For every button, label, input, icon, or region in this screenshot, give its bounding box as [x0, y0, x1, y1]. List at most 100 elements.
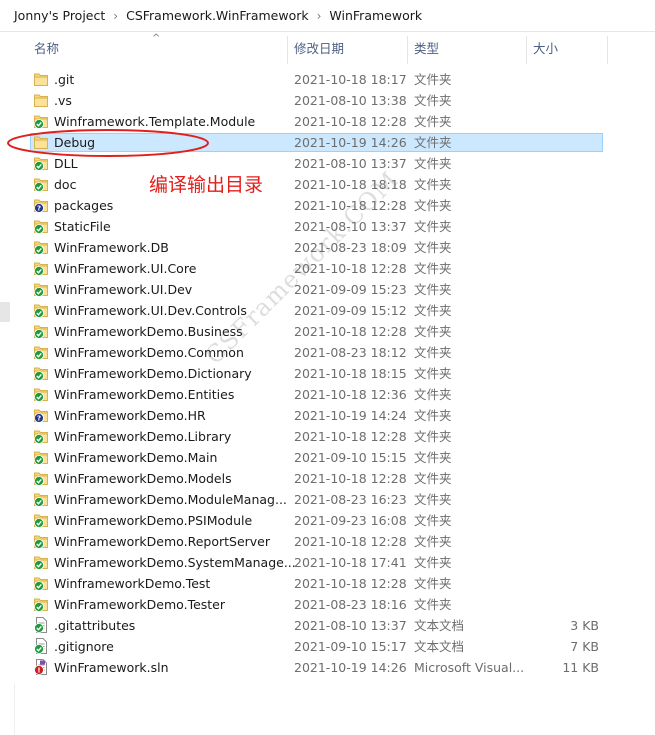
file-row[interactable]: WinFrameworkDemo.Business 2021-10-18 12:2… [0, 321, 655, 342]
file-date: 2021-09-10 15:17 [294, 639, 407, 654]
breadcrumb-item[interactable]: CSFramework.WinFramework [126, 8, 309, 23]
folder-sync-unknown-icon: ? [34, 407, 48, 423]
file-date: 2021-10-18 12:28 [294, 534, 407, 549]
breadcrumb-item[interactable]: WinFramework [329, 8, 422, 23]
file-row[interactable]: WinFrameworkDemo.SystemManage... 2021-10-… [0, 552, 655, 573]
file-name: WinFrameworkDemo.ModuleManag... [54, 492, 287, 507]
file-row[interactable]: ? packages 2021-10-18 12:28 文件夹 [0, 195, 655, 216]
file-name: WinFramework.DB [54, 240, 169, 255]
folder-sync-ok-icon [34, 386, 48, 402]
file-size: 7 KB [570, 639, 599, 654]
file-type: 文件夹 [414, 156, 452, 171]
file-date: 2021-10-18 12:28 [294, 429, 407, 444]
file-row[interactable]: ! WinFramework.sln 2021-10-19 14:26 Microso… [0, 657, 655, 678]
file-size: 3 KB [570, 618, 599, 633]
file-row[interactable]: WinFrameworkDemo.Tester 2021-08-23 18:16 文… [0, 594, 655, 615]
file-type: 文件夹 [414, 597, 452, 612]
folder-icon [34, 71, 48, 87]
file-name: WinFrameworkDemo.PSIModule [54, 513, 253, 528]
annotation-ellipse [7, 129, 209, 157]
file-name: WinFramework.UI.Dev.Controls [54, 303, 247, 318]
folder-sync-ok-icon [34, 323, 48, 339]
file-name: WinframeworkDemo.Test [54, 576, 211, 591]
file-name: doc [54, 177, 77, 192]
file-date: 2021-10-18 17:41 [294, 555, 407, 570]
folder-sync-ok-icon [34, 260, 48, 276]
file-row[interactable]: WinFrameworkDemo.Main 2021-09-10 15:15 文件夹 [0, 447, 655, 468]
file-date: 2021-09-09 15:12 [294, 303, 407, 318]
file-name: WinFrameworkDemo.Tester [54, 597, 226, 612]
file-row[interactable]: .vs 2021-08-10 13:38 文件夹 [0, 90, 655, 111]
file-type: 文件夹 [414, 198, 452, 213]
file-date: 2021-08-10 13:38 [294, 93, 407, 108]
file-row[interactable]: WinFrameworkDemo.ReportServer 2021-10-18 … [0, 531, 655, 552]
svg-text:?: ? [37, 415, 41, 423]
file-row[interactable]: WinFrameworkDemo.Dictionary 2021-10-18 18… [0, 363, 655, 384]
file-row[interactable]: .git 2021-10-18 18:17 文件夹 [0, 69, 655, 90]
file-name: .gitattributes [54, 618, 136, 633]
file-row[interactable]: ? WinFrameworkDemo.HR 2021-10-19 14:24 文件夹 [0, 405, 655, 426]
file-date: 2021-10-19 14:26 [294, 660, 407, 675]
file-row[interactable]: WinFrameworkDemo.Common 2021-08-23 18:12 文… [0, 342, 655, 363]
file-date: 2021-10-19 14:24 [294, 408, 407, 423]
column-divider[interactable] [607, 36, 608, 64]
file-row[interactable]: WinFrameworkDemo.Models 2021-10-18 12:28 文… [0, 468, 655, 489]
column-header-type[interactable]: 类型 [408, 32, 526, 64]
file-date: 2021-08-23 18:16 [294, 597, 407, 612]
breadcrumb-item[interactable]: Jonny's Project [14, 8, 105, 23]
file-type: 文件夹 [414, 177, 452, 192]
file-type: 文件夹 [414, 219, 452, 234]
folder-sync-ok-icon [34, 512, 48, 528]
folder-sync-ok-icon [34, 302, 48, 318]
folder-sync-ok-icon [34, 239, 48, 255]
file-name: StaticFile [54, 219, 111, 234]
file-date: 2021-10-18 12:28 [294, 324, 407, 339]
file-row[interactable]: WinFramework.UI.Dev 2021-09-09 15:23 文件夹 [0, 279, 655, 300]
file-type: 文件夹 [414, 576, 452, 591]
file-type: 文件夹 [414, 387, 452, 402]
file-row[interactable]: WinFrameworkDemo.ModuleManag... 2021-08-2… [0, 489, 655, 510]
file-date: 2021-08-10 13:37 [294, 618, 407, 633]
file-type: 文本文档 [414, 639, 465, 654]
file-row[interactable]: WinframeworkDemo.Test 2021-10-18 12:28 文件夹 [0, 573, 655, 594]
file-type: 文件夹 [414, 450, 452, 465]
file-type: 文件夹 [414, 534, 452, 549]
file-type: 文件夹 [414, 429, 452, 444]
file-row[interactable]: .gitattributes 2021-08-10 13:37 文本文档 3 KB [0, 615, 655, 636]
folder-sync-ok-icon [34, 344, 48, 360]
file-type: 文件夹 [414, 72, 452, 87]
file-date: 2021-10-18 12:28 [294, 114, 407, 129]
file-date: 2021-10-18 12:36 [294, 387, 407, 402]
sort-ascending-icon: ^ [152, 33, 161, 44]
file-name: WinFrameworkDemo.Main [54, 450, 218, 465]
file-name: WinFrameworkDemo.HR [54, 408, 206, 423]
folder-sync-unknown-icon: ? [34, 197, 48, 213]
file-date: 2021-10-18 12:28 [294, 471, 407, 486]
file-row[interactable]: WinFrameworkDemo.Entities 2021-10-18 12:3… [0, 384, 655, 405]
file-name: .git [54, 72, 75, 87]
file-type: 文件夹 [414, 324, 452, 339]
file-row[interactable]: WinFrameworkDemo.PSIModule 2021-09-23 16:… [0, 510, 655, 531]
file-type: 文件夹 [414, 240, 452, 255]
scroll-indicator[interactable] [0, 302, 10, 322]
folder-sync-ok-icon [34, 218, 48, 234]
file-row[interactable]: WinFramework.UI.Dev.Controls 2021-09-09 1… [0, 300, 655, 321]
file-row[interactable]: WinFrameworkDemo.Library 2021-10-18 12:28… [0, 426, 655, 447]
file-row[interactable]: doc 2021-10-18 18:18 文件夹 [0, 174, 655, 195]
file-name: packages [54, 198, 114, 213]
breadcrumb-separator-icon[interactable]: › [317, 9, 322, 23]
column-header-date[interactable]: 修改日期 [288, 32, 408, 64]
file-name: WinFrameworkDemo.ReportServer [54, 534, 270, 549]
text-file-sync-ok-icon [34, 638, 48, 654]
file-type: 文件夹 [414, 345, 452, 360]
file-date: 2021-08-23 16:23 [294, 492, 407, 507]
file-type: 文件夹 [414, 93, 452, 108]
file-name: WinFramework.UI.Dev [54, 282, 193, 297]
column-header-size[interactable]: 大小 [527, 32, 607, 64]
file-row[interactable]: .gitignore 2021-09-10 15:17 文本文档 7 KB [0, 636, 655, 657]
text-file-sync-ok-icon [34, 617, 48, 633]
file-type: 文本文档 [414, 618, 465, 633]
breadcrumb-separator-icon[interactable]: › [113, 9, 118, 23]
folder-icon [34, 92, 48, 108]
file-name: WinFrameworkDemo.Entities [54, 387, 235, 402]
